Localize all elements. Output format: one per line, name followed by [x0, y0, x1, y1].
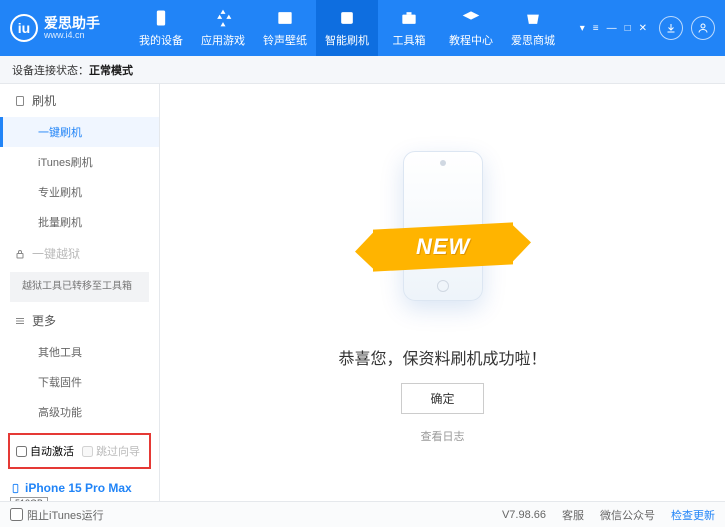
device-icon — [10, 483, 21, 494]
view-log-link[interactable]: 查看日志 — [421, 428, 465, 444]
storage-badge: 512GB — [10, 497, 48, 501]
sidebar-item-advanced[interactable]: 高级功能 — [0, 397, 159, 427]
status-bar: 设备连接状态： 正常模式 — [0, 56, 725, 84]
support-link[interactable]: 客服 — [562, 507, 584, 523]
download-icon — [665, 22, 677, 34]
block-itunes-checkbox[interactable]: 阻止iTunes运行 — [10, 507, 104, 523]
sidebar-item-download[interactable]: 下载固件 — [0, 367, 159, 397]
group-flash[interactable]: 刷机 — [0, 84, 159, 117]
win-menu-icon[interactable]: ▾ — [580, 23, 585, 34]
status-value: 正常模式 — [89, 62, 133, 78]
nav-toolbox[interactable]: 工具箱 — [378, 0, 440, 56]
nav-flash[interactable]: 智能刷机 — [316, 0, 378, 56]
group-more[interactable]: 更多 — [0, 304, 159, 337]
skip-guide-checkbox[interactable]: 跳过向导 — [82, 443, 140, 459]
auto-activate-checkbox[interactable]: 自动激活 — [16, 443, 74, 459]
lock-icon — [14, 248, 26, 260]
flash-group-icon — [14, 95, 26, 107]
user-button[interactable] — [691, 16, 715, 40]
success-message: 恭喜您，保资料刷机成功啦！ — [338, 345, 546, 369]
sidebar-item-pro[interactable]: 专业刷机 — [0, 177, 159, 207]
header-right: ▾ ≡ — □ ✕ — [580, 16, 715, 40]
sidebar-jailbreak-note[interactable]: 越狱工具已转移至工具箱 — [10, 272, 149, 302]
sidebar-item-itunes[interactable]: iTunes刷机 — [0, 147, 159, 177]
win-minimize-icon[interactable]: — — [607, 23, 617, 34]
sidebar: 刷机 一键刷机 iTunes刷机 专业刷机 批量刷机 一键越狱 越狱工具已转移至… — [0, 84, 160, 501]
sidebar-item-other[interactable]: 其他工具 — [0, 337, 159, 367]
user-icon — [697, 22, 709, 34]
win-close-icon[interactable]: ✕ — [639, 23, 647, 34]
nav-my-device[interactable]: 我的设备 — [130, 0, 192, 56]
win-maximize-icon[interactable]: □ — [625, 23, 631, 34]
main-content: NEW 恭喜您，保资料刷机成功啦！ 确定 查看日志 — [160, 84, 725, 501]
top-nav: 我的设备 应用游戏 铃声壁纸 智能刷机 工具箱 教程中心 爱思商城 — [130, 0, 580, 56]
window-controls: ▾ ≡ — □ ✕ — [580, 23, 647, 34]
nav-apps[interactable]: 应用游戏 — [192, 0, 254, 56]
nav-ringtones[interactable]: 铃声壁纸 — [254, 0, 316, 56]
device-info: iPhone 15 Pro Max 512GB iPhone — [0, 475, 159, 501]
phone-icon — [151, 8, 171, 28]
check-update-link[interactable]: 检查更新 — [671, 507, 715, 523]
wechat-link[interactable]: 微信公众号 — [600, 507, 655, 523]
download-button[interactable] — [659, 16, 683, 40]
footer: 阻止iTunes运行 V7.98.66 客服 微信公众号 检查更新 — [0, 501, 725, 527]
store-icon — [523, 8, 543, 28]
activation-options: 自动激活 跳过向导 — [8, 433, 151, 469]
list-icon — [14, 315, 26, 327]
apps-icon — [213, 8, 233, 28]
image-icon — [275, 8, 295, 28]
ribbon-text: NEW — [415, 234, 469, 260]
app-title: 爱思助手 — [44, 16, 100, 30]
ok-button[interactable]: 确定 — [401, 383, 483, 414]
header: iu 爱思助手 www.i4.cn 我的设备 应用游戏 铃声壁纸 智能刷机 工具… — [0, 0, 725, 56]
toolbox-icon — [399, 8, 419, 28]
nav-tutorials[interactable]: 教程中心 — [440, 0, 502, 56]
app-subtitle: www.i4.cn — [44, 30, 100, 40]
success-illustration: NEW — [368, 141, 518, 331]
flash-icon — [337, 8, 357, 28]
sidebar-item-batch[interactable]: 批量刷机 — [0, 207, 159, 237]
status-label: 设备连接状态： — [12, 62, 89, 78]
version: V7.98.66 — [502, 509, 546, 521]
logo: iu 爱思助手 www.i4.cn — [10, 14, 130, 42]
win-settings-icon[interactable]: ≡ — [593, 23, 599, 34]
graduation-icon — [461, 8, 481, 28]
device-name[interactable]: iPhone 15 Pro Max — [10, 481, 149, 495]
logo-icon: iu — [10, 14, 38, 42]
sidebar-item-oneclick[interactable]: 一键刷机 — [0, 117, 159, 147]
nav-store[interactable]: 爱思商城 — [502, 0, 564, 56]
group-jailbreak: 一键越狱 — [0, 237, 159, 270]
